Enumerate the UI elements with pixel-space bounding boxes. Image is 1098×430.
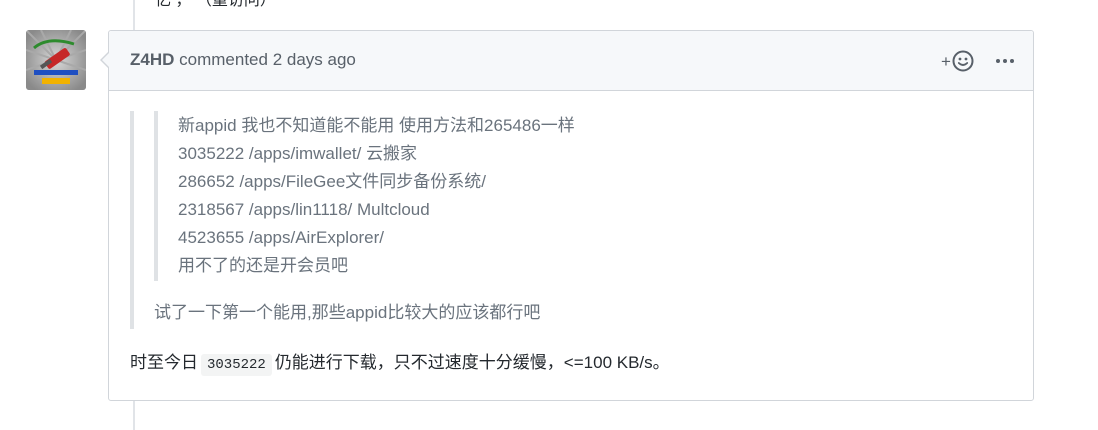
nested-blockquote: 新appid 我也不知道能不能用 使用方法和265486一样 3035222 /… xyxy=(154,111,1017,281)
comment-box: Z4HD commented 2 days ago + 新appid 我也不知道… xyxy=(100,30,1034,401)
quote-line: 2318567 /apps/lin1118/ Multcloud xyxy=(178,200,430,219)
timeline-line xyxy=(133,401,135,430)
quote-line: 新appid 我也不知道能不能用 使用方法和265486一样 xyxy=(178,116,575,135)
timestamp-link[interactable]: 2 days ago xyxy=(273,50,356,69)
paragraph-text-after: 仍能进行下载，只不过速度十分缓慢，<=100 KB/s。 xyxy=(274,353,670,372)
comment-header-text: Z4HD commented 2 days ago xyxy=(130,50,356,70)
kebab-horizontal-icon xyxy=(996,59,1014,63)
reaction-plus: + xyxy=(941,51,951,71)
quote-line: 286652 /apps/FileGee文件同步备份系统/ xyxy=(178,172,487,191)
quote-line: 用不了的还是开会员吧 xyxy=(178,256,348,275)
previous-comment-text: 忆 ， （重访问） xyxy=(155,0,276,9)
avatar[interactable] xyxy=(26,30,86,90)
add-reaction-button[interactable]: + xyxy=(941,48,974,74)
avatar-image xyxy=(26,30,86,90)
comment-header: Z4HD commented 2 days ago + xyxy=(109,31,1033,91)
inline-code: 3035222 xyxy=(201,354,272,376)
paragraph-text-before: 时至今日 xyxy=(130,353,198,372)
quote-line: 3035222 /apps/imwallet/ 云搬家 xyxy=(178,144,418,163)
action-text: commented xyxy=(179,50,268,69)
quote-text: 试了一下第一个能用,那些appid比较大的应该都行吧 xyxy=(154,303,541,322)
blockquote: 新appid 我也不知道能不能用 使用方法和265486一样 3035222 /… xyxy=(130,111,1017,329)
author-link[interactable]: Z4HD xyxy=(130,50,174,69)
timeline-line xyxy=(133,0,135,30)
comment-body: 新appid 我也不知道能不能用 使用方法和265486一样 3035222 /… xyxy=(130,111,1017,379)
quote-line: 4523655 /apps/AirExplorer/ xyxy=(178,228,385,247)
more-actions-button[interactable] xyxy=(993,48,1017,74)
smiley-icon xyxy=(952,50,974,72)
comment-paragraph: 时至今日 3035222 仍能进行下载，只不过速度十分缓慢，<=100 KB/s。 xyxy=(130,349,1017,379)
